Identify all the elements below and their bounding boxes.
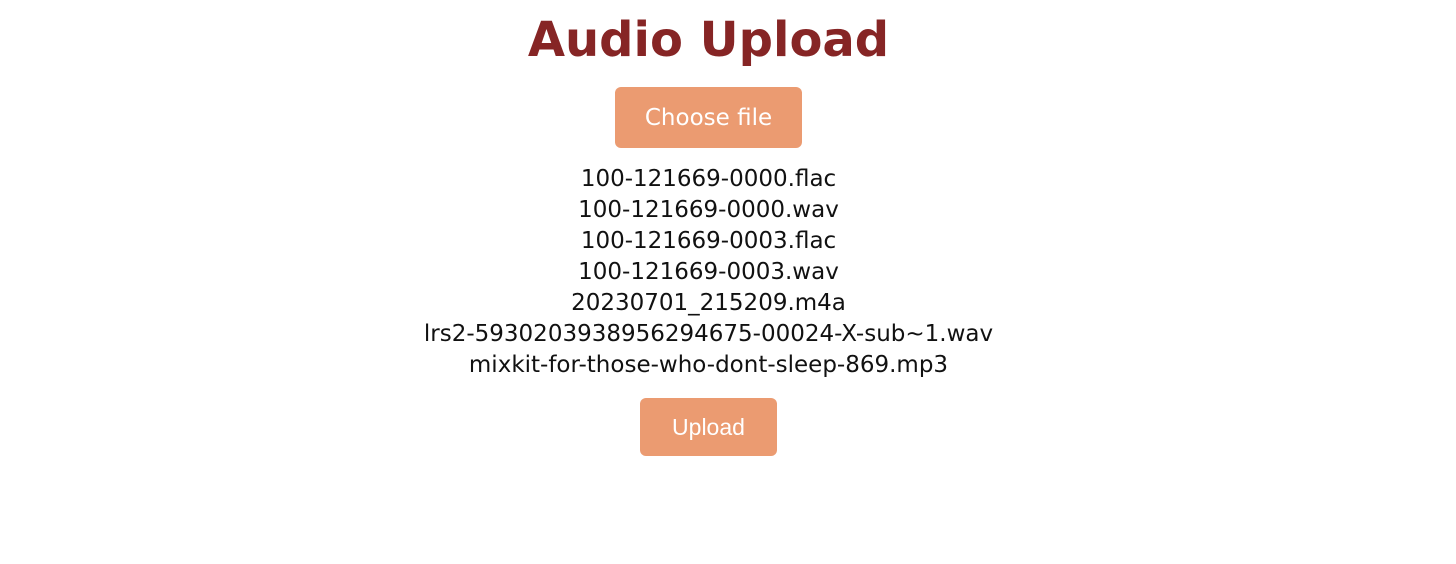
page-title: Audio Upload — [527, 12, 890, 68]
file-list-item: mixkit-for-those-who-dont-sleep-869.mp3 — [468, 352, 949, 378]
selected-files-list: 100-121669-0000.flac 100-121669-0000.wav… — [0, 164, 1417, 381]
file-list-item: 100-121669-0003.flac — [580, 228, 837, 254]
choose-file-button[interactable]: Choose file — [615, 87, 802, 148]
audio-upload-page: Audio Upload Choose file 100-121669-0000… — [0, 0, 1456, 564]
file-list-item: 100-121669-0000.flac — [580, 166, 837, 192]
file-list-item: lrs2-5930203938956294675-00024-X-sub~1.w… — [423, 321, 994, 347]
file-list-item: 100-121669-0000.wav — [578, 197, 839, 223]
upload-button[interactable]: Upload — [640, 398, 777, 456]
file-list-item: 20230701_215209.m4a — [571, 290, 846, 316]
file-list-item: 100-121669-0003.wav — [578, 259, 839, 285]
